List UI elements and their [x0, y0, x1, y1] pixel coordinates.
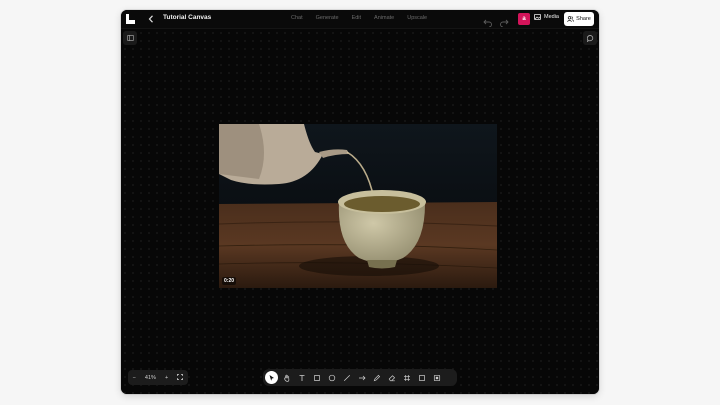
comments-button[interactable]: [583, 31, 597, 45]
fit-screen-button[interactable]: [177, 373, 184, 382]
zoom-control: − 41% +: [128, 370, 188, 385]
cursor-icon: [269, 374, 274, 381]
grid-tool[interactable]: [400, 371, 413, 384]
text-tool[interactable]: [295, 371, 308, 384]
crop-icon: [433, 374, 440, 381]
nav-chat[interactable]: Chat: [291, 15, 303, 21]
canvas-title[interactable]: Tutorial Canvas: [163, 14, 211, 21]
ellipse-tool[interactable]: [325, 371, 338, 384]
rectangle-tool[interactable]: [310, 371, 323, 384]
circle-icon: [328, 374, 335, 381]
eraser-tool[interactable]: [385, 371, 398, 384]
nav-generate[interactable]: Generate: [316, 15, 339, 21]
users-icon: [567, 16, 575, 22]
drawing-toolbar: [263, 369, 457, 386]
nav-upscale[interactable]: Upscale: [407, 15, 427, 21]
chat-bubble-icon: [586, 34, 593, 42]
share-label: Share: [576, 16, 591, 22]
hand-tool[interactable]: [280, 371, 293, 384]
share-button[interactable]: Share: [564, 12, 594, 26]
text-icon: [299, 374, 304, 381]
hash-icon: [403, 374, 410, 381]
frame-tool[interactable]: [415, 371, 428, 384]
zoom-level[interactable]: 41%: [145, 375, 156, 381]
arrow-right-icon: [358, 375, 365, 380]
nav-animate[interactable]: Animate: [374, 15, 394, 21]
eraser-icon: [388, 374, 395, 381]
line-icon: [343, 374, 350, 381]
video-duration: 0:20: [222, 277, 237, 285]
crop-tool[interactable]: [430, 371, 443, 384]
pen-icon: [373, 374, 380, 381]
fullscreen-icon: [177, 373, 184, 380]
select-tool[interactable]: [265, 371, 278, 384]
image-icon: [534, 14, 541, 20]
undo-icon: [483, 19, 492, 28]
mode-nav: Chat Generate Edit Animate Upscale: [291, 15, 440, 21]
pen-tool[interactable]: [370, 371, 383, 384]
zoom-in-button[interactable]: +: [165, 375, 168, 381]
frame-icon: [418, 374, 425, 381]
media-label: Media: [544, 14, 559, 20]
redo-icon: [500, 19, 509, 28]
panel-icon: [126, 35, 134, 41]
app-logo[interactable]: [126, 14, 135, 24]
undo-button[interactable]: [483, 14, 493, 28]
tea-pouring-video-frame: [219, 124, 497, 288]
back-button[interactable]: [146, 13, 156, 25]
arrow-tool[interactable]: [355, 371, 368, 384]
redo-button[interactable]: [499, 14, 509, 28]
chevron-left-icon: [148, 15, 153, 23]
zoom-out-button[interactable]: −: [133, 375, 136, 381]
user-avatar[interactable]: a: [518, 13, 530, 25]
nav-edit[interactable]: Edit: [352, 15, 361, 21]
layers-panel-button[interactable]: [123, 31, 137, 45]
rectangle-icon: [313, 374, 320, 381]
hand-icon: [283, 374, 289, 382]
line-tool[interactable]: [340, 371, 353, 384]
app-window: Tutorial Canvas Chat Generate Edit Anima…: [121, 10, 599, 394]
video-clip[interactable]: 0:20: [219, 124, 497, 288]
top-bar: Tutorial Canvas Chat Generate Edit Anima…: [121, 10, 599, 29]
media-button[interactable]: Media: [534, 14, 559, 20]
